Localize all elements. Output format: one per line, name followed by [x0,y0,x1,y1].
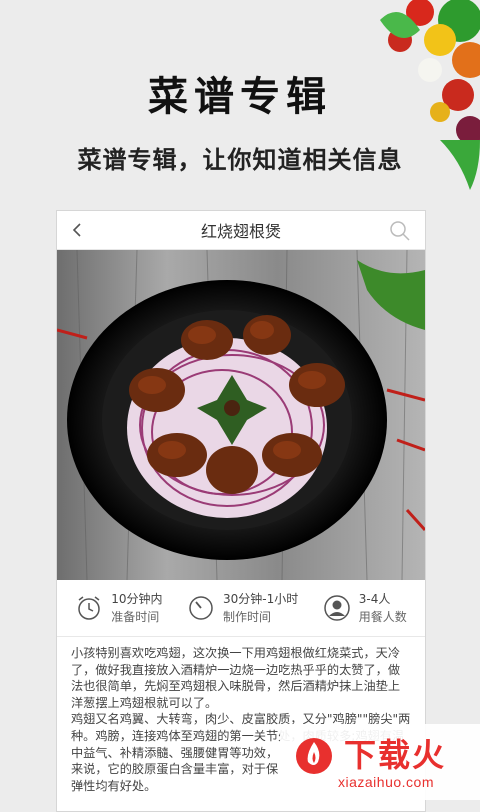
servings-label: 用餐人数 [358,610,407,624]
watermark: 下载火 xiazaihuo.com [280,724,480,800]
vegetables-decoration [380,0,480,190]
cook-time-label: 制作时间 [223,610,272,624]
prep-time: 10分钟内 准备时间 [75,590,163,626]
top-bar: 红烧翅根煲 [57,211,425,250]
cook-time: 30分钟-1小时 制作时间 [187,590,298,626]
prep-time-label: 准备时间 [111,610,160,624]
chevron-left-icon [72,223,81,237]
person-icon [323,595,350,621]
dish-photo [57,250,425,580]
timer-icon [189,596,213,620]
alarm-clock-icon [78,596,100,620]
watermark-brand: 下载火 [344,736,447,774]
page-title: 红烧翅根煲 [200,222,281,241]
servings: 3-4人 用餐人数 [323,590,407,626]
recipe-info-bar: 10分钟内 准备时间 30分钟-1小时 制作时间 3-4人 用餐人数 [57,580,425,637]
search-icon [390,221,410,241]
dish-image [57,250,425,580]
description-paragraph: 小孩特别喜欢吃鸡翅，这次换一下用鸡翅根做红烧菜式，天冷了，做好我直接放入酒精炉一… [71,646,401,710]
watermark-url: xiazaihuo.com [338,774,434,790]
recipe-screen: 红烧翅根煲 10分钟内 准备时间 30分钟-1小时 制作时间 3-4人 用餐人数… [56,210,426,812]
servings-value: 3-4人 [358,592,391,606]
flame-logo-icon [296,738,332,774]
cook-time-value: 30分钟-1小时 [223,592,299,606]
back-button[interactable] [67,220,87,240]
prep-time-value: 10分钟内 [111,592,163,606]
search-button[interactable] [389,220,411,242]
